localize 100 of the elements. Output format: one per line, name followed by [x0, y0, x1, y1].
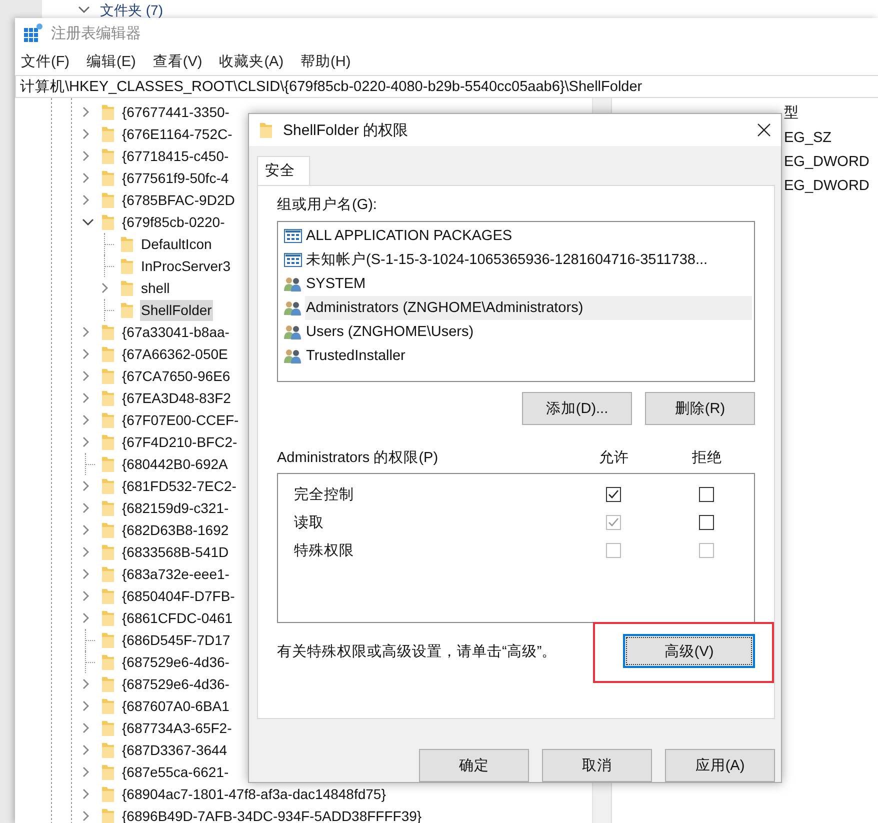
permission-name: 完全控制 [294, 486, 355, 504]
principal-item[interactable]: ALL APPLICATION PACKAGES [305, 224, 752, 248]
tree-item[interactable]: {687607A0-6BA1 [121, 696, 230, 716]
chevron-right-icon[interactable] [82, 590, 90, 602]
folder-icon [101, 565, 115, 583]
chevron-right-icon[interactable] [82, 612, 90, 624]
chevron-right-icon[interactable] [82, 678, 90, 690]
tree-item[interactable]: DefaultIcon [140, 234, 213, 254]
tree-item[interactable]: {67F4D210-BFC2- [121, 432, 238, 452]
tree-item[interactable]: {676E1164-752C- [121, 124, 234, 144]
chevron-right-icon[interactable] [82, 480, 90, 492]
advanced-button[interactable]: 高级(V) [623, 634, 755, 668]
tree-item[interactable]: {687529e6-4d36- [121, 652, 230, 672]
chevron-down-icon[interactable] [82, 218, 94, 226]
menu-item[interactable]: 编辑(E) [86, 52, 136, 71]
close-icon[interactable] [757, 123, 771, 137]
tree-item[interactable]: {67A66362-050E [121, 344, 229, 364]
chevron-right-icon[interactable] [82, 568, 90, 580]
tree-item[interactable]: shell [140, 278, 171, 298]
tree-item[interactable]: {67718415-c450- [121, 146, 230, 166]
folder-icon [120, 279, 134, 297]
menu-item[interactable]: 文件(F) [21, 52, 70, 71]
column-header[interactable]: 型 [784, 98, 878, 126]
chevron-right-icon[interactable] [82, 172, 90, 184]
chevron-right-icon[interactable] [82, 106, 90, 118]
tree-item[interactable]: {680442B0-692A [121, 454, 229, 474]
checkbox[interactable] [606, 486, 620, 502]
tree-item[interactable]: {6833568B-541D [121, 542, 230, 562]
chevron-right-icon[interactable] [82, 744, 90, 756]
dialog-button[interactable]: 添加(D)... [522, 392, 632, 425]
chevron-right-icon[interactable] [82, 150, 90, 162]
principal-item[interactable]: TrustedInstaller [305, 344, 752, 368]
folder-icon [101, 213, 115, 231]
dialog-button[interactable]: 取消 [542, 749, 652, 782]
value-type: EG_DWORD [784, 153, 870, 172]
dialog-title: ShellFolder 的权限 [283, 120, 410, 140]
chevron-right-icon[interactable] [82, 128, 90, 140]
folder-icon [101, 125, 115, 143]
principal-item[interactable]: Administrators (ZNGHOME\Administrators) [305, 296, 752, 320]
tree-item[interactable]: {686D545F-7D17 [121, 630, 232, 650]
chevron-right-icon[interactable] [82, 524, 90, 536]
package-icon [284, 228, 302, 244]
folder-icon [101, 477, 115, 495]
folder-icon [101, 499, 115, 517]
dialog-button[interactable]: 确定 [419, 749, 529, 782]
chevron-right-icon[interactable] [82, 766, 90, 778]
users-icon [284, 324, 302, 340]
folder-icon [101, 411, 115, 429]
chevron-right-icon[interactable] [101, 282, 109, 294]
chevron-right-icon[interactable] [82, 326, 90, 338]
chevron-right-icon[interactable] [82, 722, 90, 734]
tree-item[interactable]: ShellFolder [140, 300, 213, 320]
tree-item[interactable]: InProcServer3 [140, 256, 232, 276]
tree-item[interactable]: {6861CFDC-0461 [121, 608, 234, 628]
tree-item[interactable]: {67a33041-b8aa- [121, 322, 230, 342]
tree-item[interactable]: {687529e6-4d36- [121, 674, 230, 694]
chevron-right-icon[interactable] [82, 414, 90, 426]
column-header: 拒绝 [691, 449, 723, 467]
principal-item[interactable]: Users (ZNGHOME\Users) [305, 320, 752, 344]
tree-item[interactable]: {687734A3-65F2- [121, 718, 233, 738]
chevron-right-icon[interactable] [82, 788, 90, 800]
chevron-right-icon[interactable] [82, 348, 90, 360]
tree-item[interactable]: {67CA7650-96E6 [121, 366, 232, 386]
tree-item[interactable]: {67F07E00-CCEF- [121, 410, 240, 430]
principal-item[interactable]: SYSTEM [305, 272, 752, 296]
checkbox[interactable] [698, 514, 714, 530]
chevron-right-icon[interactable] [82, 546, 90, 558]
tree-item[interactable]: {681FD532-7EC2- [121, 476, 238, 496]
folder-icon [120, 257, 134, 275]
tree-item[interactable]: {687e55ca-6621- [121, 762, 230, 782]
tree-item[interactable]: {67EA3D48-83F2 [121, 388, 232, 408]
menu-item[interactable]: 帮助(H) [300, 52, 351, 71]
address-bar[interactable]: 计算机\HKEY_CLASSES_ROOT\CLSID\{679f85cb-0220-4080-b29b-5540cc05aab6}\ShellFolder [15, 75, 878, 98]
chevron-right-icon[interactable] [82, 370, 90, 382]
chevron-right-icon[interactable] [82, 502, 90, 514]
tree-item[interactable]: {6850404F-D7FB- [121, 586, 236, 606]
chevron-right-icon[interactable] [82, 194, 90, 206]
dialog-button[interactable]: 应用(A) [665, 749, 775, 782]
checkbox[interactable] [698, 486, 714, 502]
chevron-right-icon[interactable] [82, 810, 90, 822]
tree-item[interactable]: {683a732e-eee1- [121, 564, 230, 584]
tree-item[interactable]: {67677441-3350- [121, 102, 230, 122]
tab[interactable]: 安全 [257, 156, 310, 185]
tree-item[interactable]: {68904ac7-1801-47f8-af3a-dac14848fd75} [121, 784, 387, 804]
tree-item[interactable]: {6785BFAC-9D2D [121, 190, 236, 210]
tree-item[interactable]: {677561f9-50fc-4 [121, 168, 230, 188]
chevron-right-icon[interactable] [82, 392, 90, 404]
tree-item[interactable]: {679f85cb-0220- [121, 212, 226, 232]
tree-item[interactable]: {682159d9-c321- [121, 498, 230, 518]
tree-item[interactable]: {682D63B8-1692 [121, 520, 230, 540]
folder-icon [120, 235, 134, 253]
menu-item[interactable]: 查看(V) [152, 52, 202, 71]
folder-icon [101, 697, 115, 715]
users-icon [284, 348, 302, 364]
tree-item[interactable]: {687D3367-3644 [121, 740, 228, 760]
chevron-right-icon[interactable] [82, 436, 90, 448]
principal-item[interactable]: 未知帐户(S-1-15-3-1024-1065365936-1281604716-3511738... [305, 248, 752, 272]
chevron-right-icon[interactable] [82, 700, 90, 712]
dialog-button[interactable]: 删除(R) [645, 392, 755, 425]
menu-item[interactable]: 收藏夹(A) [219, 52, 284, 71]
